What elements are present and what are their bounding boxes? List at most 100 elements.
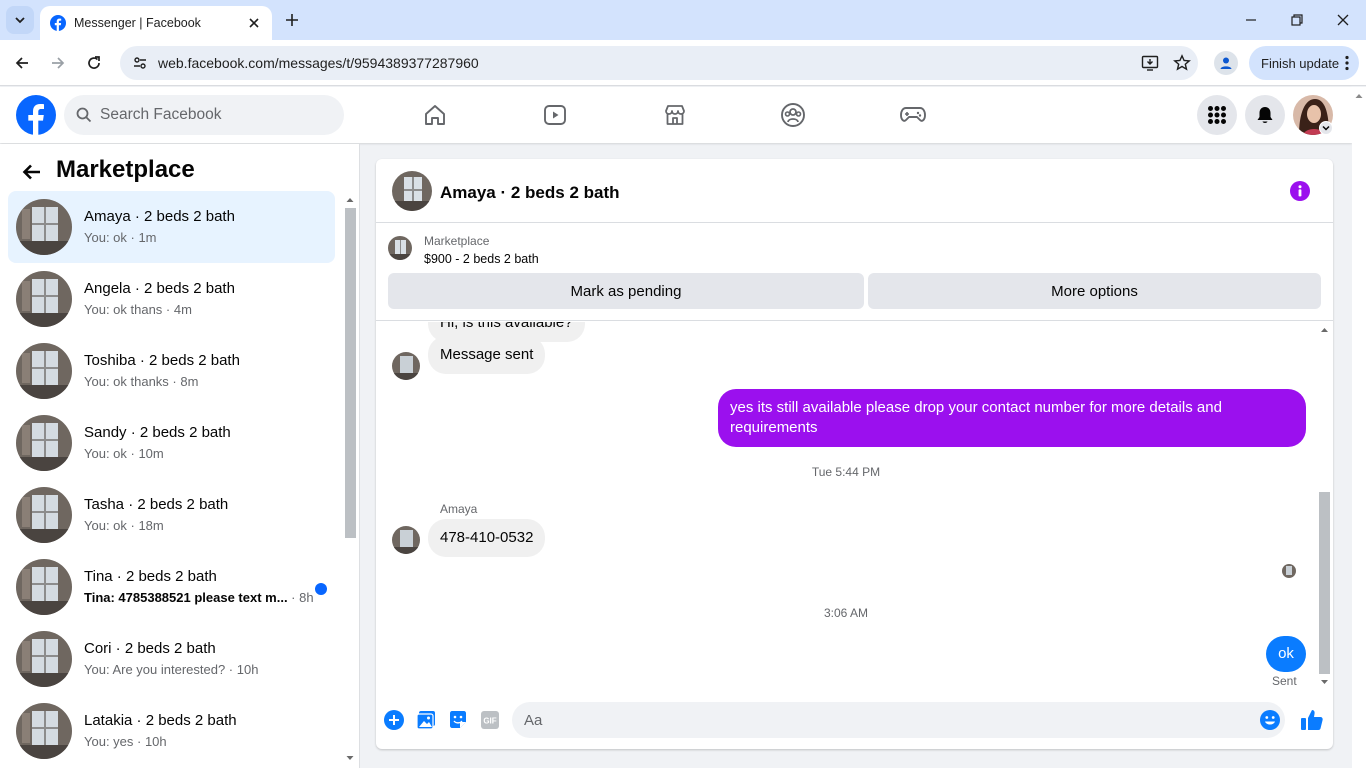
chat-panel: Amaya · 2 beds 2 bath Marketplace $900 -…: [376, 159, 1333, 749]
send-like-button[interactable]: [1300, 708, 1324, 732]
install-app-button[interactable]: [1134, 47, 1166, 79]
facebook-logo-button[interactable]: [16, 95, 56, 135]
facebook-search[interactable]: [64, 95, 344, 135]
browser-profile-button[interactable]: [1214, 51, 1238, 75]
nav-video[interactable]: [500, 87, 610, 143]
restore-button[interactable]: [1274, 0, 1320, 40]
tab-close-button[interactable]: [246, 15, 262, 31]
reload-button[interactable]: [80, 49, 108, 77]
seen-receipt-avatar: [1282, 564, 1296, 578]
conversation-item[interactable]: Cori · 2 beds 2 bath You: Are you interes…: [8, 623, 335, 695]
scroll-up-arrow-icon: [346, 198, 354, 202]
chat-scroll-thumb[interactable]: [1319, 492, 1330, 674]
more-vert-icon: [1345, 55, 1349, 71]
conversation-thumbnail: [16, 559, 72, 615]
message-input[interactable]: [524, 711, 1224, 729]
conversation-item[interactable]: Toshiba · 2 beds 2 bath You: ok thanks · …: [8, 335, 335, 407]
more-options-button[interactable]: More options: [868, 273, 1321, 309]
conversation-name: Latakia · 2 beds 2 bath: [84, 712, 237, 729]
sticker-button[interactable]: [447, 709, 469, 731]
photo-icon: [416, 711, 435, 730]
notifications-button[interactable]: [1245, 95, 1285, 135]
thumbs-up-icon: [1301, 710, 1323, 730]
conversation-item[interactable]: Amaya · 2 beds 2 bath You: ok · 1m: [8, 191, 335, 263]
tab-search-button[interactable]: [6, 6, 34, 34]
browser-tab-bar: Messenger | Facebook: [0, 0, 1366, 40]
conversation-name: Tina · 2 beds 2 bath: [84, 568, 217, 585]
conversation-item[interactable]: Angela · 2 beds 2 bath You: ok thans · 4m: [8, 263, 335, 335]
back-to-chats-button[interactable]: [18, 158, 46, 186]
menu-button[interactable]: [1197, 95, 1237, 135]
minimize-button[interactable]: [1228, 0, 1274, 40]
scroll-down-arrow-icon: [1321, 680, 1328, 684]
chevron-down-icon: [15, 17, 25, 24]
mark-as-pending-button[interactable]: Mark as pending: [388, 273, 864, 309]
timestamp: 3:06 AM: [823, 606, 869, 620]
address-bar[interactable]: web.facebook.com/messages/t/959438937728…: [120, 46, 1198, 80]
sender-avatar[interactable]: [392, 352, 420, 380]
gif-icon: GIF: [481, 711, 499, 729]
listing-photo-icon: [16, 343, 72, 399]
close-icon: [249, 18, 259, 28]
arrow-left-icon: [15, 57, 28, 69]
more-actions-button[interactable]: [383, 709, 405, 731]
new-tab-button[interactable]: [282, 10, 302, 30]
conversation-preview: You: ok · 10m: [84, 446, 164, 461]
conversation-name: Toshiba · 2 beds 2 bath: [84, 352, 240, 369]
conversation-item[interactable]: Latakia · 2 beds 2 bath You: yes · 10h: [8, 695, 335, 767]
star-icon: [1173, 54, 1191, 71]
conversation-item[interactable]: Sandy · 2 beds 2 bath You: ok · 10m: [8, 407, 335, 479]
nav-home[interactable]: [380, 87, 490, 143]
video-icon: [544, 105, 566, 125]
plus-icon: [286, 14, 298, 26]
nav-gaming[interactable]: [858, 87, 968, 143]
account-menu-chevron[interactable]: [1319, 121, 1333, 135]
search-input[interactable]: [100, 106, 320, 124]
gif-button[interactable]: GIF: [479, 709, 501, 731]
finish-update-button[interactable]: Finish update: [1249, 46, 1359, 80]
conversation-preview: You: ok thanks · 8m: [84, 374, 198, 389]
finish-update-label: Finish update: [1261, 55, 1340, 71]
emoji-button[interactable]: [1260, 710, 1280, 730]
conversation-item[interactable]: Tina · 2 beds 2 bath Tina: 4785388521 ple…: [8, 551, 335, 623]
nav-groups[interactable]: [738, 87, 848, 143]
sender-name: Amaya: [440, 502, 478, 516]
message-status: Sent: [1272, 674, 1297, 688]
listing-price-title[interactable]: $900 - 2 beds 2 bath: [424, 252, 539, 266]
conversation-preview-text: Tina: 4785388521 please text m...: [84, 590, 288, 605]
emoji-icon: [1260, 710, 1280, 730]
nav-marketplace[interactable]: [620, 87, 730, 143]
close-window-button[interactable]: [1320, 0, 1366, 40]
sender-avatar[interactable]: [392, 526, 420, 554]
search-icon: [76, 107, 92, 123]
bookmark-button[interactable]: [1166, 47, 1198, 79]
conversation-item[interactable]: Tasha · 2 beds 2 bath You: ok · 18m: [8, 479, 335, 551]
attach-photo-button[interactable]: [415, 709, 437, 731]
conversation-preview-text: You: Are you interested? · 10h: [84, 662, 259, 677]
conversation-preview-text: You: ok · 18m: [84, 518, 164, 533]
listing-thumbnail[interactable]: [388, 236, 412, 260]
chat-title: Amaya · 2 beds 2 bath: [440, 183, 620, 202]
listing-photo-icon: [388, 236, 412, 260]
sidebar-scrollbar[interactable]: [343, 190, 357, 768]
chat-scrollbar[interactable]: [1316, 322, 1333, 690]
sidebar-scroll-thumb[interactable]: [345, 208, 356, 538]
install-icon: [1141, 55, 1159, 71]
conversation-info-button[interactable]: [1290, 181, 1310, 201]
message-input-field[interactable]: [512, 702, 1285, 738]
site-info-button[interactable]: [128, 51, 152, 75]
forward-button[interactable]: [44, 49, 72, 77]
home-icon: [425, 105, 445, 125]
conversation-thumbnail: [16, 199, 72, 255]
back-button[interactable]: [8, 49, 36, 77]
chat-listing-photo[interactable]: [392, 171, 432, 211]
message-thread: Hi, is this available? Message sent yes …: [376, 322, 1316, 690]
page-scrollbar[interactable]: [1352, 87, 1366, 768]
bell-icon: [1257, 107, 1273, 123]
browser-tab[interactable]: Messenger | Facebook: [40, 6, 272, 40]
info-icon: [1290, 181, 1310, 201]
conversation-preview: You: ok · 1m: [84, 230, 157, 245]
timestamp: Tue 5:44 PM: [811, 465, 881, 479]
conversation-preview-text: You: ok · 1m: [84, 230, 157, 245]
message-bubble-last: ok: [1266, 636, 1306, 672]
